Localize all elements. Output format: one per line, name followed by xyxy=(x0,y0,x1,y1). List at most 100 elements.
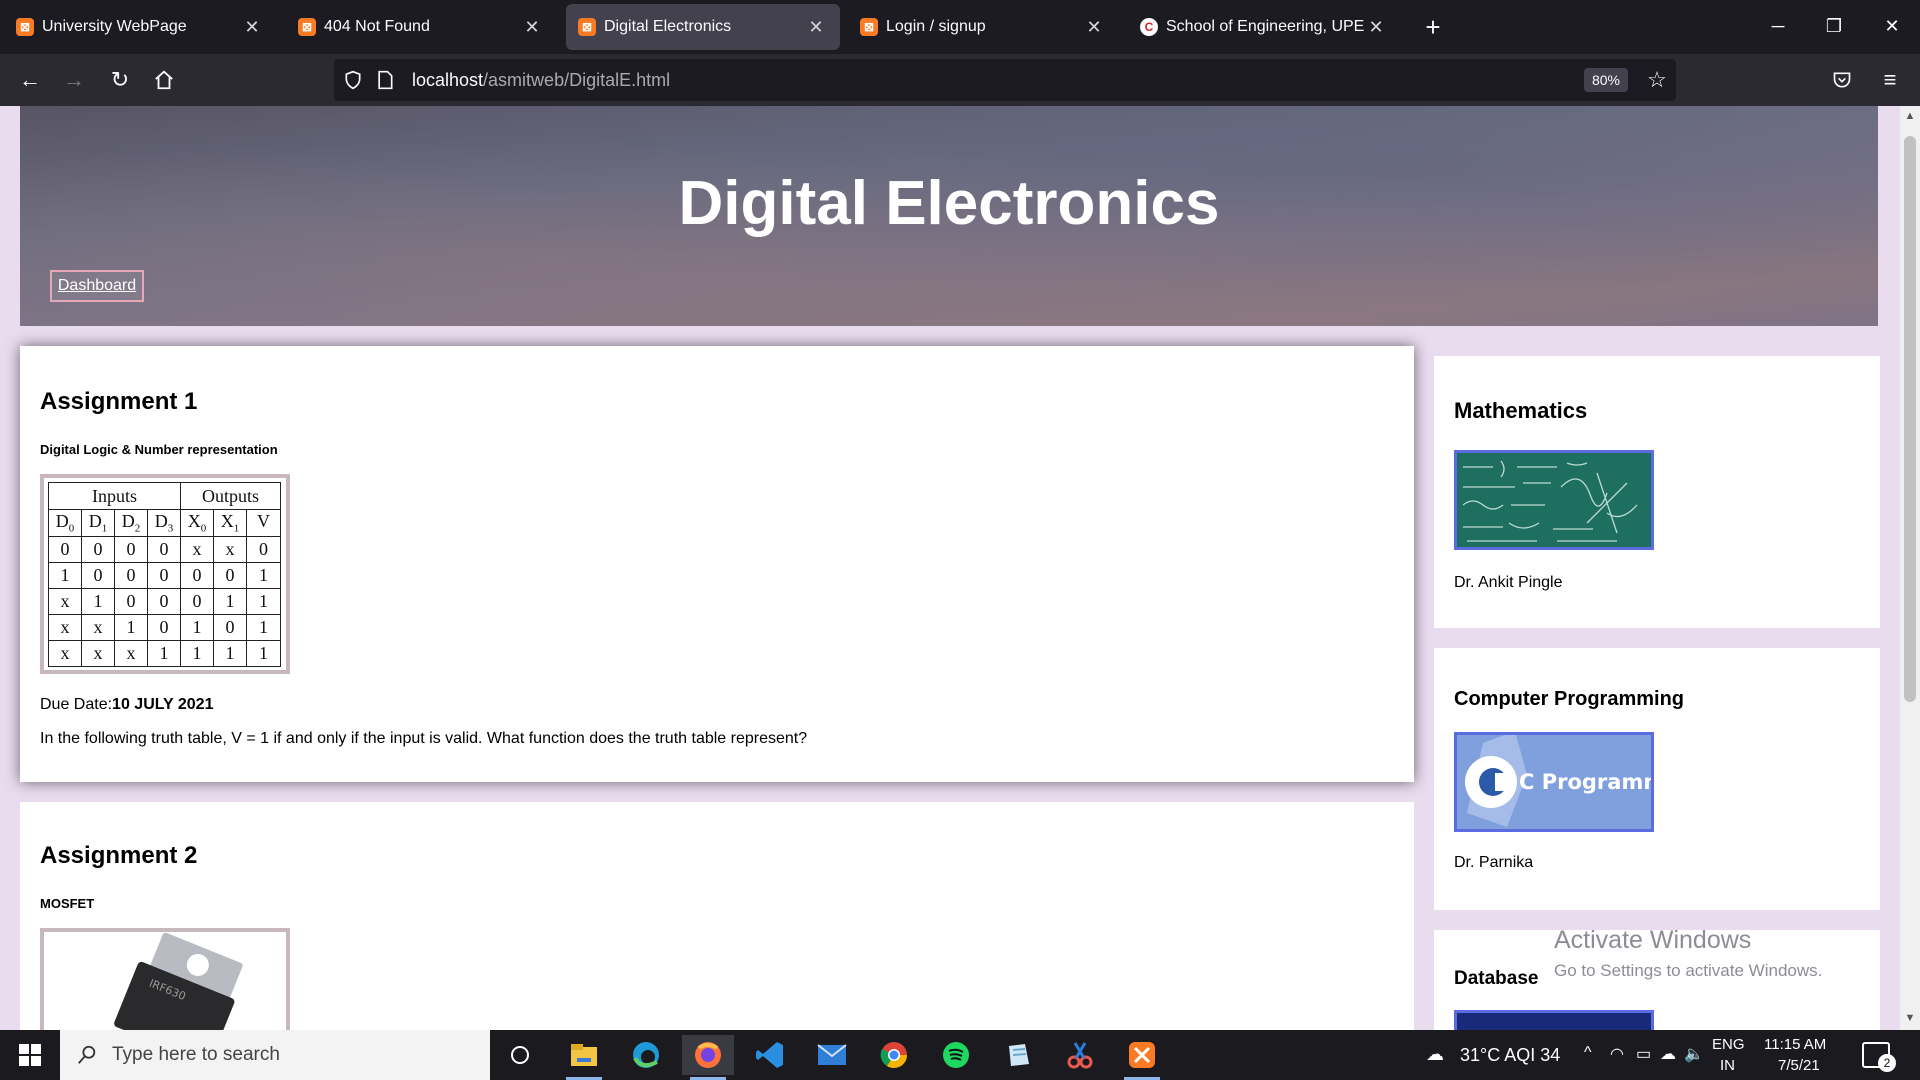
snipping-tool-icon[interactable] xyxy=(1054,1035,1106,1075)
truth-table-cell: 0 xyxy=(81,536,115,563)
assignment-title: Assignment 2 xyxy=(40,842,198,869)
close-icon[interactable]: ✕ xyxy=(804,15,828,39)
pocket-icon[interactable] xyxy=(1824,62,1860,98)
reload-button[interactable]: ↻ xyxy=(102,62,138,98)
truth-table-cell: 0 xyxy=(213,562,247,589)
due-date-label: Due Date: xyxy=(40,696,113,713)
bookmark-star-icon[interactable]: ☆ xyxy=(1644,67,1670,93)
truth-table-cell: x xyxy=(180,536,214,563)
xampp-icon: ⊠ xyxy=(578,18,596,36)
chrome-icon[interactable] xyxy=(868,1035,920,1075)
battery-icon[interactable]: ▭ xyxy=(1636,1044,1651,1064)
truth-table-cell: 0 xyxy=(180,588,214,615)
truth-table-cell: x xyxy=(48,614,82,641)
firefox-icon[interactable] xyxy=(682,1035,734,1080)
weather-widget[interactable]: 31°C AQI 34 xyxy=(1460,1045,1560,1066)
vscode-icon[interactable] xyxy=(744,1035,796,1075)
c-programming-logo-text: C Programming xyxy=(1519,770,1651,794)
window-close-icon[interactable]: ✕ xyxy=(1868,6,1916,46)
back-button[interactable]: ← xyxy=(12,62,48,98)
url-bar[interactable]: localhost/asmitweb/DigitalE.html 80% ☆ xyxy=(334,59,1676,101)
tab-school-of-engineering[interactable]: C School of Engineering, UPES De ✕ xyxy=(1128,4,1400,50)
wifi-icon[interactable]: ◠ xyxy=(1610,1044,1624,1064)
home-button[interactable] xyxy=(146,62,182,98)
course-title: Computer Programming xyxy=(1454,688,1685,710)
truth-table-cell: x xyxy=(81,640,115,667)
region-indicator[interactable]: IN xyxy=(1720,1057,1735,1074)
truth-table-cell: 1 xyxy=(213,640,247,667)
tab-digital-electronics[interactable]: ⊠ Digital Electronics ✕ xyxy=(566,4,840,50)
truth-table-column-header: D0 xyxy=(48,509,82,537)
truth-table-cell: 0 xyxy=(48,536,82,563)
truth-table-cell: 1 xyxy=(48,562,82,589)
course-card-mathematics[interactable]: Mathematics Dr. Ankit Pingle xyxy=(1434,356,1880,628)
page-scrollbar[interactable]: ▲ ▼ xyxy=(1900,106,1920,1030)
tab-title: School of Engineering, UPES De xyxy=(1166,18,1364,35)
scroll-down-icon[interactable]: ▼ xyxy=(1904,1012,1916,1024)
page-title: Digital Electronics xyxy=(678,169,1220,238)
start-button[interactable] xyxy=(0,1030,60,1080)
truth-table-cell: 0 xyxy=(81,562,115,589)
tab-title: University WebPage xyxy=(42,18,187,35)
clock-time[interactable]: 11:15 AM xyxy=(1764,1036,1826,1053)
mail-icon[interactable] xyxy=(806,1035,858,1075)
table-row: 1000001 xyxy=(48,562,281,589)
dashboard-link[interactable]: Dashboard xyxy=(50,270,144,302)
truth-table-cell: 1 xyxy=(81,588,115,615)
course-instructor: Dr. Ankit Pingle xyxy=(1454,574,1563,591)
weather-cloud-icon[interactable]: ☁ xyxy=(1426,1044,1444,1065)
new-tab-button[interactable]: + xyxy=(1416,10,1450,44)
truth-table-column-header: X0 xyxy=(180,509,214,537)
search-placeholder: Type here to search xyxy=(112,1044,280,1065)
tab-login-signup[interactable]: ⊠ Login / signup ✕ xyxy=(848,4,1118,50)
search-icon xyxy=(78,1045,96,1064)
truth-table-cell: x xyxy=(114,640,148,667)
forward-button[interactable]: → xyxy=(56,62,92,98)
shield-icon[interactable] xyxy=(342,69,364,91)
close-icon[interactable]: ✕ xyxy=(240,15,264,39)
assignment-title: Assignment 1 xyxy=(40,388,198,415)
c-programming-image[interactable]: C Programming xyxy=(1454,732,1654,832)
taskbar-search-box[interactable]: Type here to search xyxy=(60,1030,490,1080)
course-card-computer-programming[interactable]: Computer Programming C Programming Dr. P… xyxy=(1434,648,1880,910)
xampp-taskbar-icon[interactable] xyxy=(1116,1035,1168,1080)
url-text[interactable]: localhost/asmitweb/DigitalE.html xyxy=(412,70,670,91)
course-instructor: Dr. Parnika xyxy=(1454,854,1534,871)
tab-404-not-found[interactable]: ⊠ 404 Not Found ✕ xyxy=(286,4,556,50)
language-indicator[interactable]: ENG xyxy=(1712,1036,1745,1053)
database-image[interactable] xyxy=(1454,1010,1654,1030)
assignment-subtitle: Digital Logic & Number representation xyxy=(40,442,278,457)
volume-icon[interactable]: 🔈 xyxy=(1684,1044,1704,1064)
notes-app-icon[interactable] xyxy=(992,1035,1044,1075)
edge-icon[interactable] xyxy=(620,1035,672,1075)
assignment-card: Assignment 2 MOSFET IRF630 xyxy=(20,802,1414,1030)
zoom-level-badge[interactable]: 80% xyxy=(1584,68,1628,92)
tab-university-webpage[interactable]: ⊠ University WebPage ✕ xyxy=(4,4,276,50)
assignment-question: In the following truth table, V = 1 if a… xyxy=(40,730,808,747)
activate-windows-title: Activate Windows xyxy=(1554,926,1752,954)
truth-table-cell: 0 xyxy=(114,536,148,563)
truth-table-column-header: V xyxy=(246,509,281,537)
assignment-card: Assignment 1 Digital Logic & Number repr… xyxy=(20,346,1414,782)
truth-table-cell: 0 xyxy=(147,614,181,641)
tab-title: Digital Electronics xyxy=(604,18,732,35)
truth-table-cell: 1 xyxy=(114,614,148,641)
restore-icon[interactable]: ❐ xyxy=(1810,6,1858,46)
onedrive-icon[interactable]: ☁ xyxy=(1660,1044,1676,1064)
clock-date[interactable]: 7/5/21 xyxy=(1778,1057,1820,1074)
close-icon[interactable]: ✕ xyxy=(520,15,544,39)
navigation-toolbar: ← → ↻ localhost/asmitweb/DigitalE.html 8… xyxy=(0,54,1920,106)
scroll-up-icon[interactable]: ▲ xyxy=(1904,110,1916,122)
math-chalkboard-image[interactable] xyxy=(1454,450,1654,550)
chevron-up-icon[interactable]: ^ xyxy=(1584,1044,1592,1062)
minimize-icon[interactable]: ─ xyxy=(1754,6,1802,46)
scrollbar-thumb[interactable] xyxy=(1904,136,1916,702)
menu-icon[interactable]: ≡ xyxy=(1872,62,1908,98)
close-icon[interactable]: ✕ xyxy=(1082,15,1106,39)
spotify-icon[interactable] xyxy=(930,1035,982,1075)
truth-table-cell: 1 xyxy=(246,614,281,641)
close-icon[interactable]: ✕ xyxy=(1364,15,1388,39)
file-explorer-icon[interactable] xyxy=(558,1035,610,1080)
truth-table: Inputs Outputs D0 D1 D2 D3 X0 X1 V 0000xx01000… xyxy=(48,482,281,667)
task-view-icon[interactable] xyxy=(494,1035,546,1075)
